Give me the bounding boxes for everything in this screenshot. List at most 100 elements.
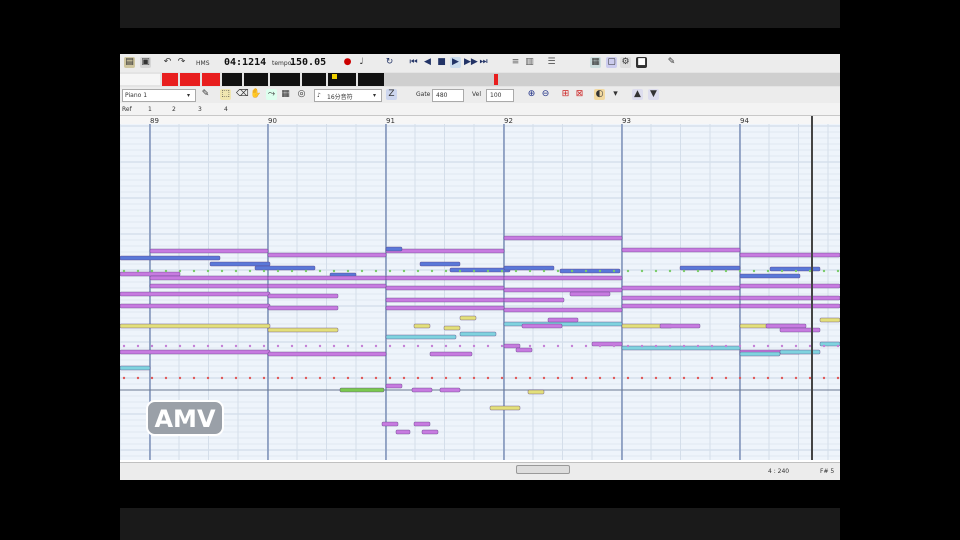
tool-icon[interactable]: ✎ (666, 57, 677, 68)
new-icon[interactable]: ▤ (124, 57, 135, 68)
note[interactable] (267, 305, 339, 311)
down-icon[interactable]: ▼ (648, 89, 659, 100)
note[interactable] (459, 315, 477, 321)
track-tab-4[interactable]: 4 (224, 106, 228, 113)
track-tab-2[interactable]: 2 (172, 106, 176, 113)
note[interactable] (385, 334, 457, 340)
hand-icon[interactable]: ✋ (250, 89, 261, 100)
play-icon[interactable]: ▶ (450, 57, 461, 68)
note[interactable] (591, 341, 623, 347)
piano-roll[interactable]: 89 90 91 92 93 94 (120, 116, 840, 460)
note[interactable] (120, 323, 271, 329)
note[interactable] (439, 387, 461, 393)
track-tab-3[interactable]: 3 (198, 106, 202, 113)
pencil-icon[interactable]: ✎ (200, 89, 211, 100)
zoom-out-icon[interactable]: ⊖ (540, 89, 551, 100)
note[interactable] (559, 268, 621, 274)
note[interactable] (459, 331, 497, 337)
instrument-select[interactable]: Piano 1 ▾ (122, 89, 196, 102)
note[interactable] (489, 405, 521, 411)
note[interactable] (503, 307, 623, 313)
note[interactable] (385, 297, 505, 303)
redo-icon[interactable]: ↷ (176, 57, 187, 68)
grid-icon[interactable]: ▦ (280, 89, 291, 100)
note[interactable] (569, 291, 611, 297)
note[interactable] (385, 305, 505, 311)
note[interactable] (267, 252, 387, 258)
up-icon[interactable]: ▲ (632, 89, 643, 100)
zoom-icon[interactable]: Z (386, 89, 397, 100)
note[interactable] (527, 389, 545, 395)
note[interactable] (739, 273, 801, 279)
note[interactable] (503, 321, 623, 327)
note[interactable] (395, 429, 411, 435)
note[interactable] (443, 325, 461, 331)
note[interactable] (503, 265, 555, 271)
note[interactable] (209, 261, 271, 267)
note[interactable] (621, 295, 741, 301)
note[interactable] (413, 323, 431, 329)
note[interactable] (621, 345, 741, 351)
note[interactable] (515, 347, 533, 353)
velocity-field[interactable]: 100 (486, 89, 514, 102)
note[interactable] (385, 285, 505, 291)
note[interactable] (621, 303, 741, 309)
note[interactable] (413, 421, 431, 427)
loop-icon[interactable]: ↻ (384, 57, 395, 68)
note[interactable] (254, 265, 316, 271)
note[interactable] (739, 295, 840, 301)
note[interactable] (739, 351, 781, 357)
note[interactable] (120, 365, 151, 371)
note[interactable] (385, 246, 403, 252)
color-icon[interactable]: ◐ (594, 89, 605, 100)
note[interactable] (381, 421, 399, 427)
event-list-icon[interactable]: ☰ (546, 57, 557, 68)
note[interactable] (149, 283, 269, 289)
settings-icon[interactable]: ⚙ (620, 57, 631, 68)
notes-layer[interactable] (120, 235, 840, 435)
note[interactable] (267, 327, 339, 333)
note[interactable] (521, 323, 563, 329)
note[interactable] (267, 293, 339, 299)
track-tab-1[interactable]: 1 (148, 106, 152, 113)
note[interactable] (149, 248, 269, 254)
note[interactable] (419, 261, 461, 267)
note[interactable] (779, 349, 821, 355)
note[interactable] (120, 271, 181, 277)
note[interactable] (120, 255, 221, 261)
quantize-icon[interactable]: ◎ (296, 89, 307, 100)
note[interactable] (411, 387, 433, 393)
note[interactable] (621, 285, 741, 291)
note[interactable] (547, 317, 579, 323)
note[interactable] (621, 247, 741, 253)
piano-roll-canvas[interactable]: 89 90 91 92 93 94 (120, 116, 840, 460)
note[interactable] (503, 297, 565, 303)
mixer-icon[interactable]: ▦ (590, 57, 601, 68)
note[interactable] (120, 291, 271, 297)
note[interactable] (819, 317, 840, 323)
note[interactable] (739, 283, 840, 289)
gate-field[interactable]: 480 (432, 89, 464, 102)
note[interactable] (385, 383, 403, 389)
undo-icon[interactable]: ↶ (162, 57, 173, 68)
note[interactable] (339, 387, 385, 393)
note[interactable] (421, 429, 439, 435)
palette-icon[interactable]: ▾ (610, 89, 621, 100)
note[interactable] (679, 265, 741, 271)
note[interactable] (739, 303, 840, 309)
note[interactable] (120, 303, 271, 309)
note[interactable] (503, 287, 623, 293)
note[interactable] (149, 275, 269, 281)
record-icon[interactable]: ● (342, 57, 353, 68)
note[interactable] (267, 351, 387, 357)
horizontal-scrollbar[interactable] (516, 465, 570, 474)
note[interactable] (765, 323, 807, 329)
rewind-icon[interactable]: ⏮ (408, 57, 419, 68)
eraser-icon[interactable]: ⌫ (236, 89, 249, 100)
fit-icon[interactable]: ⊠ (574, 89, 585, 100)
window-icon[interactable]: ▢ (606, 57, 617, 68)
snap-icon[interactable]: ⤳ (266, 89, 277, 100)
metronome-icon[interactable]: ♩ (356, 57, 367, 68)
note[interactable] (267, 283, 387, 289)
save-icon[interactable]: ▣ (140, 57, 151, 68)
